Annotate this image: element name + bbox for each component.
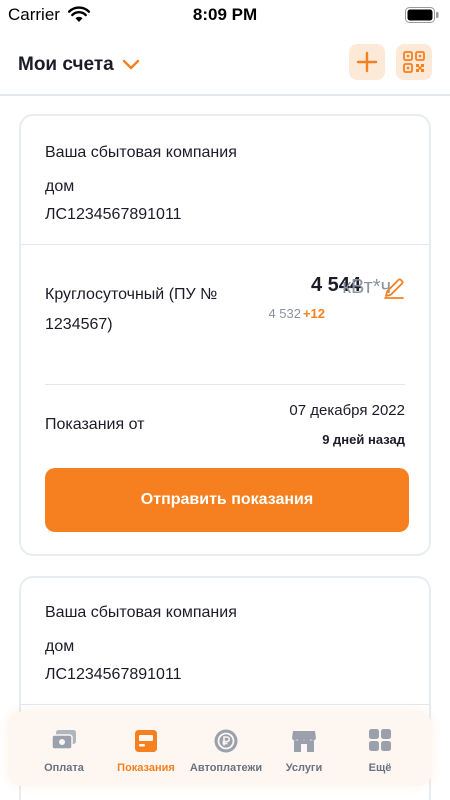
meter-tariff: Круглосуточный (ПУ № 1234567) — [45, 286, 218, 333]
autopay-icon — [214, 729, 238, 753]
tab-payment[interactable]: Оплата — [24, 728, 104, 782]
divider — [21, 244, 429, 245]
tab-services[interactable]: Услуги — [264, 728, 344, 782]
tab-label: Показания — [117, 762, 175, 774]
tab-label: Услуги — [285, 762, 323, 774]
divider — [45, 384, 405, 385]
status-bar: Carrier 8:09 PM — [0, 0, 450, 30]
grid-icon — [369, 729, 391, 751]
edit-reading-icon[interactable] — [383, 277, 405, 299]
readings-date-label: Показания от — [45, 416, 145, 433]
company-name: Ваша сбытовая компания — [45, 604, 237, 621]
add-account-button[interactable] — [349, 44, 385, 80]
qr-code-icon — [403, 51, 425, 73]
object-name: дом — [45, 178, 75, 195]
tab-label: Автоплатежи — [189, 762, 263, 774]
tab-label: Ещё — [368, 762, 392, 774]
account-card[interactable]: Ваша сбытовая компания дом ЛС12345678910… — [19, 114, 431, 556]
readings-ago: 9 дней назад — [322, 432, 405, 447]
company-name: Ваша сбытовая компания — [45, 144, 237, 161]
battery-icon — [405, 7, 439, 23]
object-name: дом — [45, 638, 75, 655]
tab-more[interactable]: Ещё — [340, 728, 420, 782]
bottom-tab-bar: Оплата Показания Автоплатежи Услуги Ещё — [8, 712, 432, 786]
account-number: ЛС1234567891011 — [45, 206, 182, 223]
tab-label: Оплата — [44, 762, 84, 774]
chevron-down-icon[interactable] — [122, 57, 140, 71]
tab-autopay[interactable]: Автоплатежи — [186, 728, 266, 782]
clock: 8:09 PM — [192, 5, 258, 24]
readings-icon — [135, 730, 157, 752]
account-number: ЛС1234567891011 — [45, 666, 182, 683]
reading-delta: +12 — [302, 306, 325, 321]
qr-scan-button[interactable] — [396, 44, 432, 80]
send-readings-button[interactable]: Отправить показания — [45, 468, 409, 532]
tab-readings[interactable]: Показания — [106, 728, 186, 782]
accounts-title[interactable]: Мои счета — [18, 54, 114, 76]
plus-icon — [356, 51, 378, 73]
divider — [21, 704, 429, 705]
readings-date: 07 декабря 2022 — [289, 402, 405, 419]
shop-icon — [292, 731, 316, 752]
previous-reading: 4 532 — [268, 306, 301, 321]
app-header: Мои счета — [0, 38, 450, 96]
payment-icon — [51, 730, 76, 750]
